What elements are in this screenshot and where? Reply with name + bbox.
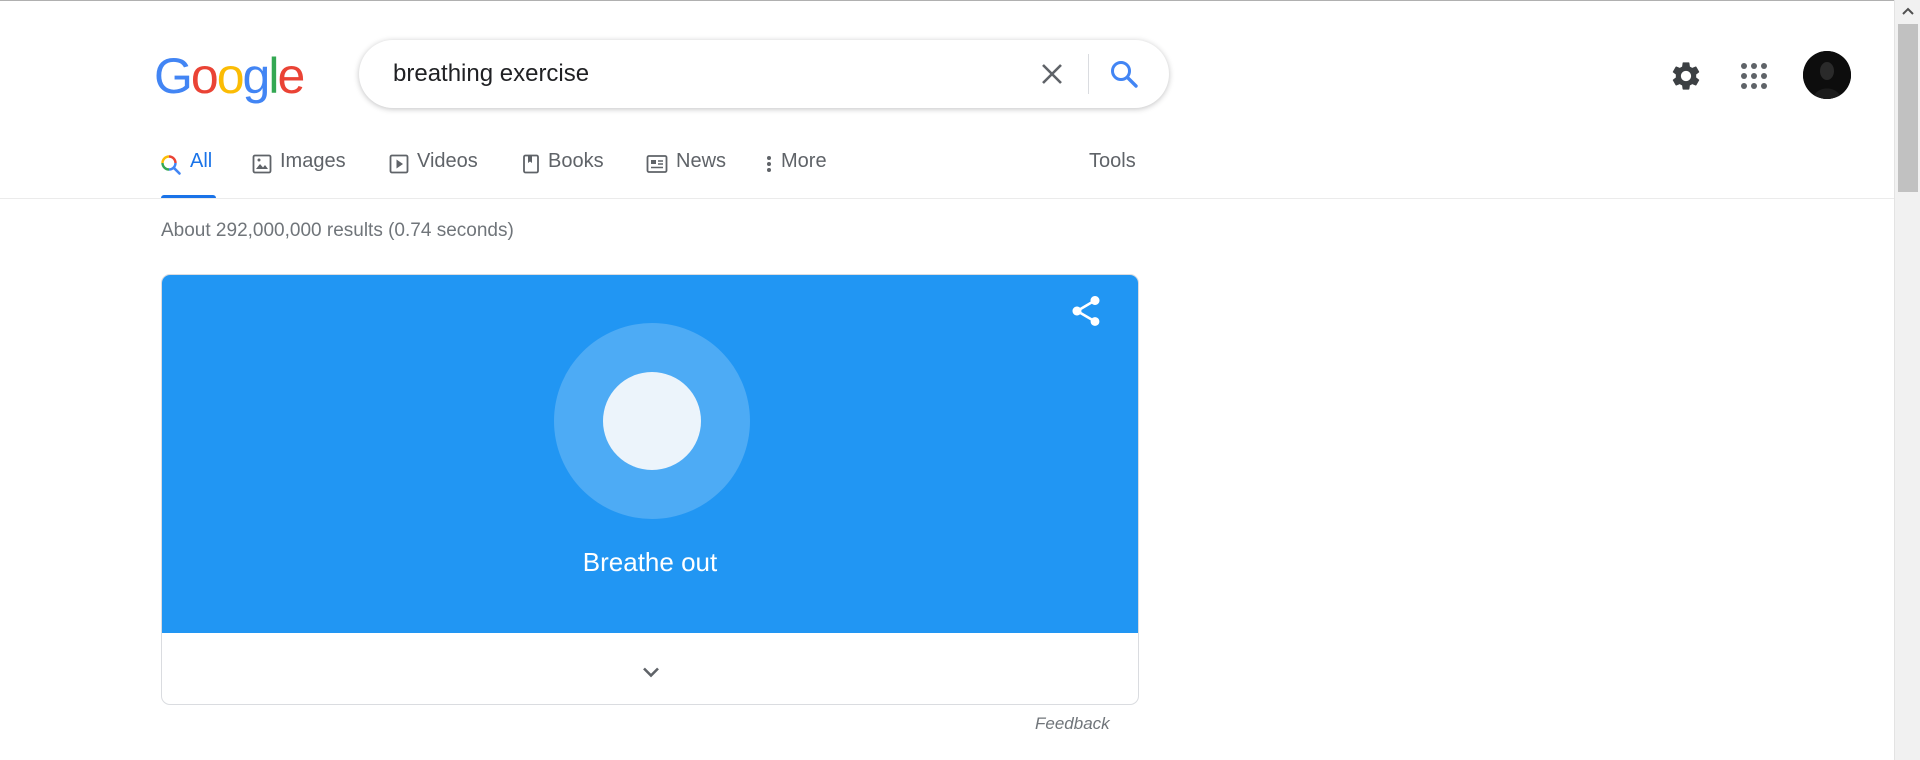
play-icon [389, 154, 409, 180]
scrollbar-thumb[interactable] [1898, 24, 1918, 192]
apps-grid-icon [1741, 63, 1767, 89]
book-icon [522, 154, 540, 180]
search-divider [1088, 54, 1089, 94]
google-logo[interactable]: Google [154, 48, 305, 104]
share-button[interactable] [1068, 293, 1104, 329]
tabs-divider [0, 198, 1894, 199]
chevron-down-icon [643, 667, 659, 678]
logo-letter: e [277, 48, 305, 104]
close-icon [1042, 64, 1062, 84]
tools-button[interactable]: Tools [1089, 150, 1136, 173]
tab-all-label: All [190, 150, 213, 172]
google-search-page: Google breathing exercise All Images Vid… [0, 0, 1920, 760]
tab-news-label: News [676, 150, 727, 172]
search-button[interactable] [1106, 56, 1142, 92]
account-avatar[interactable] [1803, 51, 1851, 99]
clear-search-button[interactable] [1032, 58, 1072, 90]
more-vert-icon [765, 154, 773, 180]
breathing-panel: Breathe out [162, 275, 1138, 633]
google-apps-button[interactable] [1740, 62, 1768, 90]
tab-images-label: Images [280, 150, 346, 172]
tab-books[interactable]: Books [522, 150, 604, 200]
logo-letter: l [268, 48, 279, 104]
tab-videos-label: Videos [417, 150, 478, 172]
feedback-link[interactable]: Feedback [1035, 714, 1110, 734]
scroll-up-button[interactable] [1895, 0, 1920, 22]
search-input[interactable] [391, 40, 991, 108]
tab-images[interactable]: Images [252, 150, 346, 200]
share-icon [1072, 296, 1100, 326]
page-scrollbar[interactable] [1894, 0, 1920, 760]
gear-icon [1672, 62, 1700, 90]
result-stats: About 292,000,000 results (0.74 seconds) [161, 220, 514, 241]
window-top-border [0, 0, 1894, 1]
image-icon [252, 154, 272, 180]
logo-letter: g [242, 48, 271, 104]
avatar-icon [1803, 51, 1851, 99]
news-icon [646, 154, 668, 180]
tab-more-label: More [781, 150, 827, 172]
tab-books-label: Books [548, 150, 604, 172]
tab-videos[interactable]: Videos [389, 150, 478, 200]
logo-letter: o [190, 48, 219, 104]
breathing-circle [603, 372, 701, 470]
tab-all[interactable]: All [160, 150, 212, 200]
breathing-exercise-card: Breathe out [161, 274, 1139, 705]
chevron-up-icon [1902, 7, 1914, 15]
expand-button[interactable] [632, 657, 670, 687]
settings-button[interactable] [1669, 59, 1703, 93]
logo-letter: o [216, 48, 245, 104]
tab-more[interactable]: More [765, 150, 827, 200]
search-multicolor-icon [160, 154, 182, 182]
search-icon [1111, 61, 1138, 88]
breathing-instruction: Breathe out [582, 547, 718, 577]
logo-letter: G [154, 48, 193, 104]
tab-news[interactable]: News [646, 150, 726, 200]
